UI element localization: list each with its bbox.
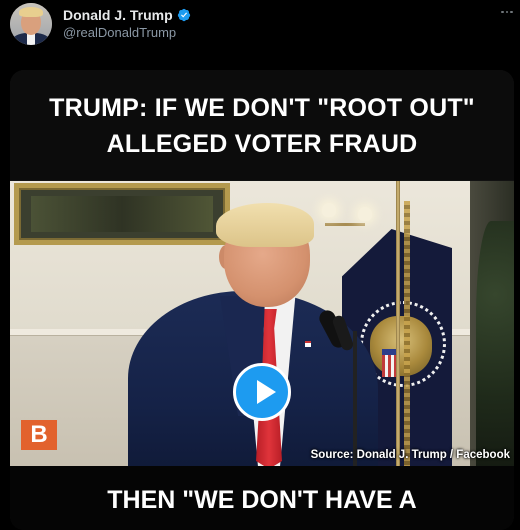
- headline-line-1: TRUMP: IF WE DON'T "ROOT OUT": [49, 94, 475, 122]
- play-icon[interactable]: [233, 363, 291, 421]
- source-credit: Source: Donald J. Trump / Facebook: [310, 449, 510, 461]
- video-frame: [10, 181, 514, 466]
- author-name-row[interactable]: Donald J. Trump: [63, 6, 191, 24]
- verified-badge-icon: [177, 8, 190, 22]
- video-caption-bottom: THEN "WE DON'T HAVE A: [107, 486, 417, 514]
- channel-logo: B: [21, 420, 57, 450]
- user-handle[interactable]: @realDonaldTrump: [63, 25, 176, 40]
- more-horizontal-icon[interactable]: [496, 3, 518, 21]
- video-player[interactable]: TRUMP: IF WE DON'T "ROOT OUT" ALLEGED VO…: [10, 70, 514, 530]
- display-name[interactable]: Donald J. Trump: [63, 7, 173, 23]
- avatar[interactable]: [10, 3, 52, 45]
- headline-line-2: ALLEGED VOTER FRAUD: [106, 130, 418, 158]
- wall-sconce: [325, 223, 365, 226]
- painting: [14, 183, 230, 245]
- video-headline: TRUMP: IF WE DON'T "ROOT OUT" ALLEGED VO…: [10, 90, 514, 162]
- christmas-tree: [476, 221, 514, 466]
- tweet-header: Donald J. Trump @realDonaldTrump: [0, 0, 520, 56]
